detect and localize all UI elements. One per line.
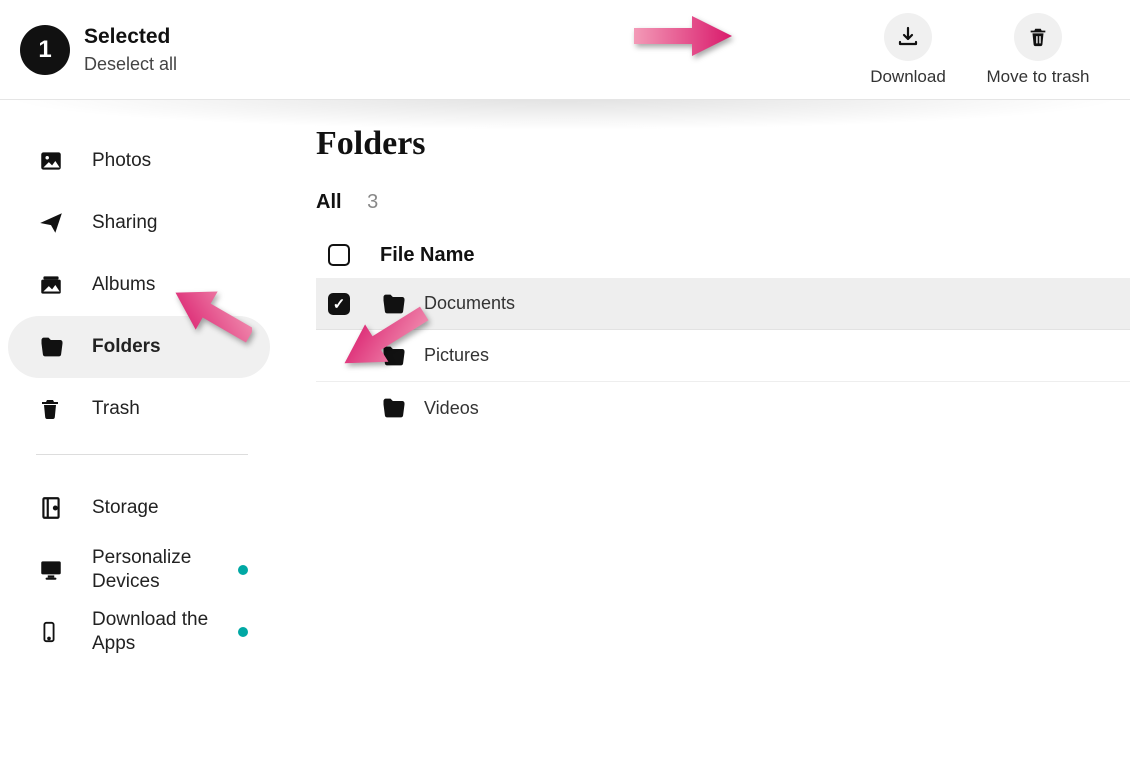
deselect-all-link[interactable]: Deselect all <box>84 52 177 76</box>
sidebar-item-albums[interactable]: Albums <box>8 254 270 316</box>
folder-icon <box>380 342 408 370</box>
trash-icon <box>1014 13 1062 61</box>
move-to-trash-label: Move to trash <box>987 67 1090 87</box>
phone-icon <box>38 619 70 645</box>
sharing-icon <box>38 210 70 236</box>
sidebar: Photos Sharing Albums <box>0 100 280 663</box>
move-to-trash-action[interactable]: Move to trash <box>968 13 1108 87</box>
selection-action-bar: 1 Selected Deselect all Download Move to… <box>0 0 1130 100</box>
sidebar-item-label: Download the Apps <box>92 608 222 656</box>
table-row[interactable]: Documents <box>316 278 1130 330</box>
file-name: Documents <box>424 293 515 314</box>
sidebar-separator <box>36 454 248 455</box>
table-row[interactable]: Videos <box>316 382 1130 434</box>
folder-icon <box>380 290 408 318</box>
page-title: Folders <box>316 125 1130 163</box>
folders-icon <box>38 333 70 361</box>
sidebar-item-label: Trash <box>92 398 140 420</box>
albums-icon <box>38 272 70 298</box>
filter-row: All 3 <box>316 191 1130 214</box>
column-header-filename[interactable]: File Name <box>380 244 474 267</box>
sidebar-item-label: Sharing <box>92 212 158 234</box>
file-name: Pictures <box>424 345 489 366</box>
select-all-checkbox[interactable] <box>328 244 350 266</box>
selection-title: Selected <box>84 23 177 51</box>
sidebar-item-folders[interactable]: Folders <box>8 316 270 378</box>
monitor-icon <box>38 557 70 583</box>
storage-icon <box>38 495 70 521</box>
sidebar-item-download-apps[interactable]: Download the Apps <box>8 601 270 663</box>
filter-all[interactable]: All <box>316 191 342 213</box>
trash-icon <box>38 397 70 421</box>
sidebar-item-label: Albums <box>92 274 155 296</box>
selection-count-badge: 1 <box>20 25 70 75</box>
sidebar-item-label: Storage <box>92 497 159 519</box>
photos-icon <box>38 148 70 174</box>
indicator-dot <box>238 565 248 575</box>
row-checkbox[interactable] <box>328 293 350 315</box>
sidebar-item-personalize-devices[interactable]: Personalize Devices <box>8 539 270 601</box>
sidebar-item-photos[interactable]: Photos <box>8 130 270 192</box>
sidebar-item-storage[interactable]: Storage <box>8 477 270 539</box>
folder-icon <box>380 394 408 422</box>
selection-text-block: Selected Deselect all <box>84 23 177 76</box>
indicator-dot <box>238 627 248 637</box>
sidebar-item-label: Personalize Devices <box>92 546 212 594</box>
main-content: Folders All 3 File Name Documents <box>280 100 1130 663</box>
download-label: Download <box>870 67 946 87</box>
filter-count: 3 <box>367 191 378 213</box>
sidebar-item-label: Photos <box>92 150 151 172</box>
download-icon <box>884 13 932 61</box>
sidebar-item-sharing[interactable]: Sharing <box>8 192 270 254</box>
download-action[interactable]: Download <box>848 13 968 87</box>
list-header: File Name <box>316 232 1130 278</box>
sidebar-item-trash[interactable]: Trash <box>8 378 270 440</box>
table-row[interactable]: Pictures <box>316 330 1130 382</box>
sidebar-item-label: Folders <box>92 336 161 358</box>
file-name: Videos <box>424 398 479 419</box>
